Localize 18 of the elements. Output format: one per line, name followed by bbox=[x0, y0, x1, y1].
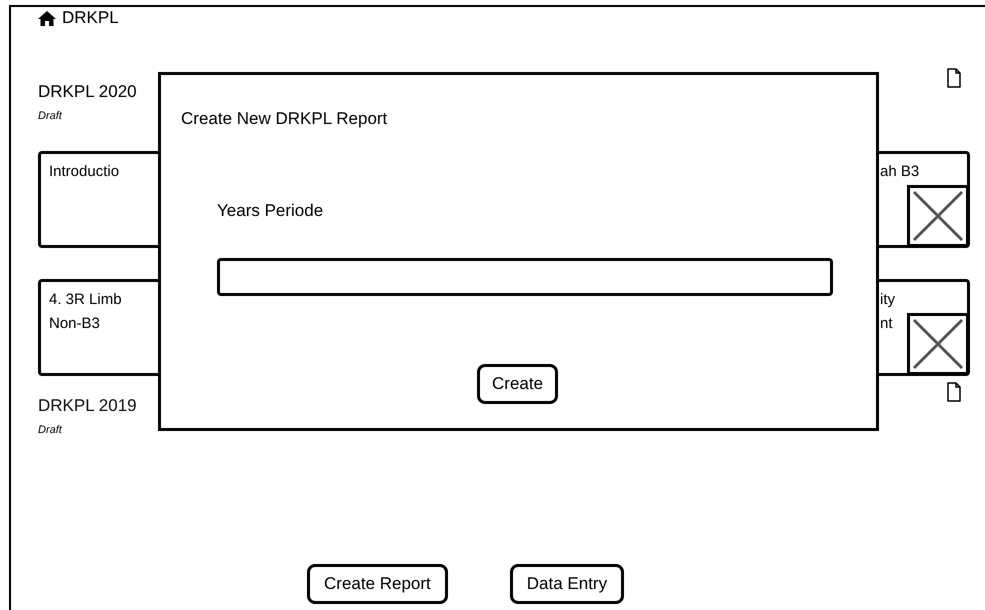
app-title: DRKPL bbox=[62, 7, 119, 30]
section-title: Introductio bbox=[49, 162, 120, 182]
report-title[interactable]: DRKPL 2019 bbox=[38, 394, 137, 418]
report-status: Draft bbox=[38, 422, 64, 438]
field-label: Years Periode bbox=[217, 200, 324, 222]
section-title: ity nt bbox=[880, 290, 896, 334]
footer-button[interactable]: Data Entry bbox=[510, 564, 624, 604]
section-title: ah B3 bbox=[880, 162, 920, 182]
footer-button[interactable]: Create Report bbox=[307, 564, 448, 604]
report-status: Draft bbox=[38, 109, 64, 124]
home-icon[interactable] bbox=[38, 10, 56, 26]
dialog-title: Create New DRKPL Report bbox=[181, 108, 388, 130]
document-icon[interactable] bbox=[947, 68, 961, 88]
document-icon[interactable] bbox=[947, 382, 961, 402]
input-field[interactable] bbox=[217, 258, 833, 296]
create-button[interactable]: Create bbox=[477, 364, 558, 404]
section-title: 4. 3R Limb Non-B3 bbox=[49, 290, 123, 334]
report-title[interactable]: DRKPL 2020 bbox=[38, 80, 137, 104]
